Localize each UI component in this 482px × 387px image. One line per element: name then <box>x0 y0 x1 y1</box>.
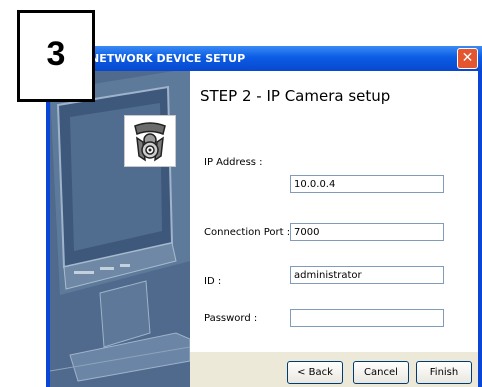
monitor-illustration <box>50 71 190 387</box>
close-button[interactable]: ✕ <box>457 48 478 69</box>
dialog-client: STEP 2 - IP Camera setup IP Address : Co… <box>50 71 478 387</box>
cancel-button[interactable]: Cancel <box>353 361 409 384</box>
password-field[interactable] <box>290 309 444 327</box>
finish-button[interactable]: Finish <box>416 361 472 384</box>
connection-port-field[interactable] <box>290 223 444 241</box>
step-badge: 3 <box>17 10 95 102</box>
close-icon: ✕ <box>461 50 474 66</box>
setup-form: STEP 2 - IP Camera setup IP Address : Co… <box>190 71 478 352</box>
ip-camera-icon <box>124 115 176 167</box>
button-bar: < Back Cancel Finish <box>190 352 478 387</box>
title-bar[interactable]: NETWORK DEVICE SETUP ✕ <box>46 46 482 71</box>
setup-window: NETWORK DEVICE SETUP ✕ STEP 2 - IP Camer… <box>46 46 482 387</box>
id-label: ID : <box>204 276 222 287</box>
step-number: 3 <box>46 35 66 73</box>
password-label: Password : <box>204 313 258 324</box>
ip-address-field[interactable] <box>290 175 444 193</box>
id-field[interactable] <box>290 266 444 284</box>
window-title: NETWORK DEVICE SETUP <box>90 52 246 65</box>
page-title: STEP 2 - IP Camera setup <box>200 87 391 105</box>
connection-port-label: Connection Port : <box>204 227 291 238</box>
ip-address-label: IP Address : <box>204 157 263 168</box>
back-button[interactable]: < Back <box>287 361 343 384</box>
